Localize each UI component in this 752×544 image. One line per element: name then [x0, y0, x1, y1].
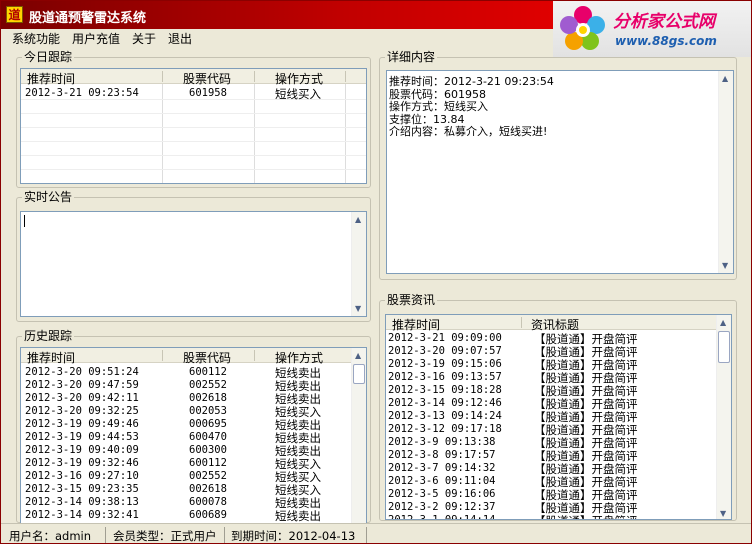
scroll-up-icon[interactable]: ▲	[720, 318, 726, 327]
news-group: 股票资讯 推荐时间 资讯标题 2012-3-21 09:09:00 【股道通】开盘…	[379, 293, 737, 521]
announcement-title: 实时公告	[22, 190, 75, 204]
news-scrollbar[interactable]: ▲ ▼	[716, 315, 731, 519]
scroll-thumb[interactable]	[353, 364, 365, 384]
scroll-up-icon[interactable]: ▲	[355, 351, 361, 360]
col-code[interactable]: 股票代码	[183, 349, 231, 366]
col-time[interactable]: 推荐时间	[27, 70, 75, 87]
detail-line: 介绍内容：私募介入，短线买进!	[389, 125, 548, 138]
announcement-group: 实时公告 ▲ ▼	[16, 190, 371, 322]
brand-logo: 分析家公式网 www.88gs.com	[553, 1, 751, 57]
scroll-up-icon[interactable]: ▲	[355, 215, 361, 224]
news-list[interactable]: 推荐时间 资讯标题 2012-3-21 09:09:00 【股道通】开盘简评 201…	[385, 314, 732, 520]
history-tracking-group: 历史跟踪 推荐时间 股票代码 操作方式 2012-3-20 09:51:24 60…	[16, 329, 371, 524]
menu-bar: 系统功能 用户充值 关于 退出	[1, 29, 553, 47]
status-bar: 用户名：admin 会员类型：正式用户 到期时间：2012-04-13	[1, 523, 751, 543]
history-scrollbar[interactable]: ▲	[351, 348, 366, 523]
today-header: 推荐时间 股票代码 操作方式	[21, 69, 366, 87]
scroll-down-icon[interactable]: ▼	[720, 509, 726, 518]
news-row[interactable]: 2012-3-1 09:14:14【股道通】开盘简评	[386, 514, 716, 519]
table-row[interactable]: 2012-3-21 09:23:54 601958 短线买入	[21, 87, 366, 101]
col-time[interactable]: 推荐时间	[392, 316, 440, 333]
today-tracking-list[interactable]: 推荐时间 股票代码 操作方式 2012-3-21 09:23:54 601958…	[20, 68, 367, 184]
news-title: 股票资讯	[385, 293, 438, 307]
menu-system[interactable]: 系统功能	[12, 30, 60, 47]
app-icon: 道	[6, 6, 23, 23]
status-username: 用户名：admin	[9, 529, 92, 543]
scroll-thumb[interactable]	[718, 331, 730, 363]
logo-url: www.88gs.com	[615, 34, 717, 48]
logo-title: 分析家公式网	[613, 12, 715, 32]
announcement-textarea[interactable]: ▲ ▼	[20, 211, 367, 317]
window-title: 股道通预警雷达系统	[29, 11, 147, 26]
text-cursor	[24, 215, 25, 227]
scroll-down-icon[interactable]: ▼	[355, 304, 361, 313]
today-tracking-group: 今日跟踪 推荐时间 股票代码 操作方式 2012-3-21 09:23:54 6…	[16, 50, 371, 188]
scroll-up-icon[interactable]: ▲	[722, 74, 728, 83]
menu-about[interactable]: 关于	[132, 30, 156, 47]
table-row[interactable]: 2012-3-14 09:32:41 600689 短线卖出	[21, 509, 351, 523]
scroll-down-icon[interactable]: ▼	[722, 261, 728, 270]
history-tracking-list[interactable]: 推荐时间 股票代码 操作方式 2012-3-20 09:51:24 600112 短…	[20, 347, 367, 524]
status-member-type: 会员类型：正式用户	[113, 529, 217, 543]
detail-group: 详细内容 推荐时间：2012-3-21 09:23:54 股票代码：601958 操…	[379, 50, 737, 280]
col-time[interactable]: 推荐时间	[27, 349, 75, 366]
col-op[interactable]: 操作方式	[275, 349, 323, 366]
status-expiry: 到期时间：2012-04-13	[231, 529, 356, 543]
menu-recharge[interactable]: 用户充值	[72, 30, 120, 47]
history-header: 推荐时间 股票代码 操作方式	[21, 348, 351, 366]
news-header: 推荐时间 资讯标题	[386, 315, 716, 333]
history-tracking-title: 历史跟踪	[22, 329, 75, 343]
detail-title: 详细内容	[385, 50, 438, 64]
announcement-scrollbar[interactable]: ▲ ▼	[351, 212, 366, 316]
flower-logo-icon	[560, 6, 605, 50]
menu-exit[interactable]: 退出	[168, 30, 192, 47]
app-window: 道 股道通预警雷达系统 分析家公式网 www.88gs.com 系统功能 用户充…	[0, 0, 752, 544]
detail-scrollbar[interactable]: ▲ ▼	[718, 71, 733, 273]
col-op[interactable]: 操作方式	[275, 70, 323, 87]
col-code[interactable]: 股票代码	[183, 70, 231, 87]
today-tracking-title: 今日跟踪	[22, 50, 75, 64]
detail-textarea[interactable]: 推荐时间：2012-3-21 09:23:54 股票代码：601958 操作方式：短…	[386, 70, 734, 274]
